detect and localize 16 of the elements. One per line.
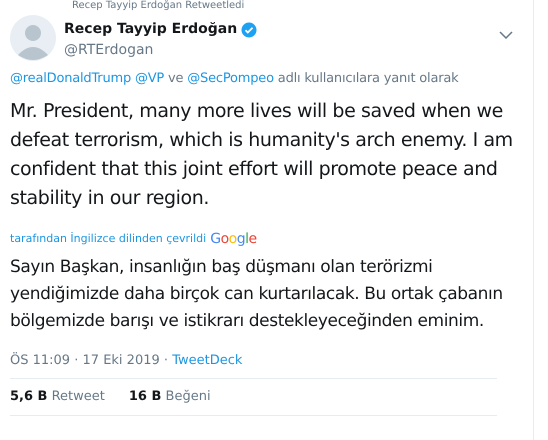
- translated-text: Sayın Başkan, insanlığın baş düşmanı olan terörizmi yendiğimizde daha birçok can kurtarılacak. Bu ortak çabanın bölgemizde barışı ve istikrarı destekleyeceğinden eminim.: [10, 256, 504, 332]
- translation-label: tarafından İngilizce dilinden çevrildi: [10, 230, 206, 247]
- stat-count[interactable]: 5,6 B Retweet: [10, 387, 105, 406]
- mention-link[interactable]: @SecPompeo: [187, 71, 274, 86]
- author-name[interactable]: Recep Tayyip Erdoğan: [64, 19, 238, 40]
- caret-icon[interactable]: [499, 31, 513, 39]
- mention-link[interactable]: @VP: [134, 71, 164, 86]
- tweet-timestamp: ÖS 11:09 · 17 Eki 2019 · TweetDeck: [10, 351, 244, 370]
- tweet-text: Mr. President, many more lives will be saved when we defeat terrorism, which is humanity's arch enemy. I am confident that this joint effort will promote peace and stability in our region.: [10, 98, 514, 210]
- reply-context: @realDonaldTrump @VP ve @SecPompeo adlı kullanıcılara yanıt olarak: [10, 70, 460, 88]
- mention-link[interactable]: @realDonaldTrump: [10, 71, 131, 86]
- source-link[interactable]: TweetDeck: [172, 352, 242, 368]
- author-handle[interactable]: @RTErdogan: [64, 40, 499, 61]
- stat-count[interactable]: 16 B Beğeni: [128, 387, 211, 406]
- retweet-context: Recep Tayyip Erdoğan Retweetledi: [71, 0, 246, 11]
- google-logo: Google: [210, 230, 257, 248]
